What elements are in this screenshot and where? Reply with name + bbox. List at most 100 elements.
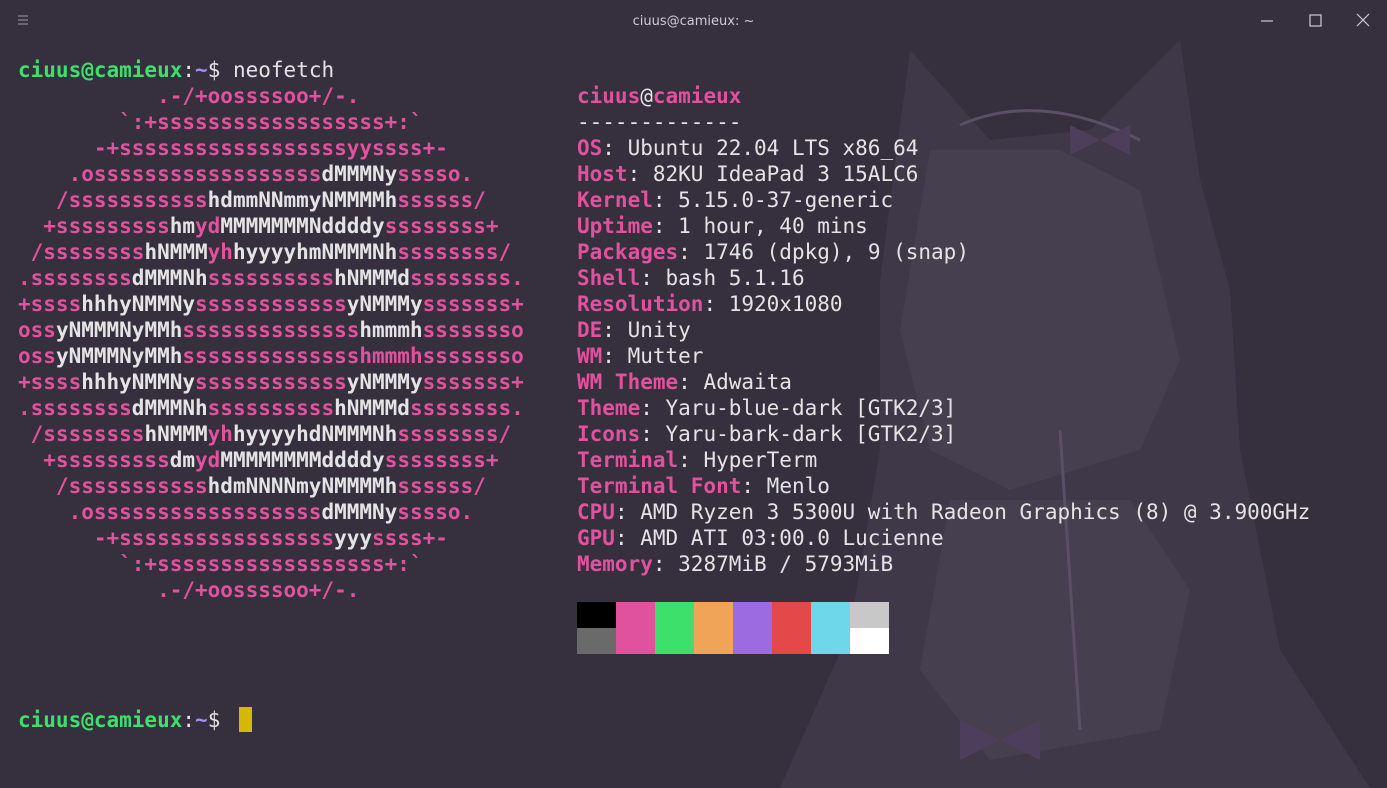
color-swatch-normal-0 [577, 602, 616, 628]
logo-segment: .-/+oossssoo+/-. [18, 578, 360, 602]
info-row: WM: Mutter [577, 343, 703, 369]
logo-segment: /ssssssss [18, 422, 145, 446]
logo-segment: -+sssssssssssssssss [18, 526, 335, 550]
logo-segment: hmmmh [359, 318, 423, 342]
color-swatch-bright-4 [733, 628, 772, 654]
info-key: Resolution [577, 292, 704, 316]
logo-segment: /ssssssss [18, 240, 145, 264]
info-value: bash 5.1.16 [665, 266, 805, 290]
logo-segment: yh [207, 240, 233, 264]
color-swatch-bright-5 [772, 628, 811, 654]
logo-segment: ssssssss. [409, 396, 524, 420]
logo-segment: ssssssss. [409, 266, 524, 290]
info-row: GPU: AMD ATI 03:00.0 Lucienne [577, 525, 944, 551]
logo-segment: .-/+oossssoo+/-. [18, 84, 360, 108]
color-swatch-bright-2 [655, 628, 694, 654]
logo-segment: hNMMMd [334, 396, 410, 420]
info-key-suffix: : [652, 188, 679, 212]
info-value: AMD Ryzen 3 5300U with Radeon Graphics (… [640, 500, 1311, 524]
logo-segment: hyyyyhdNMMMNh [232, 422, 398, 446]
logo-line: +sssshhhyNMMNyssssssssssssyNMMMysssssss+ [18, 291, 524, 317]
info-key-suffix: : [614, 500, 641, 524]
logo-segment: dMMMNh [131, 266, 208, 290]
prompt-line-current: ciuus@camieux:~$ [18, 707, 233, 733]
logo-segment: dm [169, 448, 196, 472]
info-row: Host: 82KU IdeaPad 3 15ALC6 [577, 161, 918, 187]
logo-segment: ssssssss+ [384, 448, 499, 472]
terminal-output[interactable]: ciuus@camieux:~$ neofetch .-/+oossssoo+/… [0, 0, 1310, 732]
info-key: Icons [577, 422, 641, 446]
logo-line: ossyNMMMNyMMhsssssssssssssshmmmhssssssso [18, 317, 524, 343]
info-key-suffix: : [627, 162, 653, 186]
prompt-colon: : [182, 708, 196, 732]
info-row: Kernel: 5.15.0-37-generic [577, 187, 893, 213]
logo-segment: yd [195, 214, 221, 238]
info-key: GPU [577, 526, 615, 550]
logo-segment: ssssssss+ [384, 214, 499, 238]
logo-line: .-/+oossssoo+/-. [18, 577, 359, 603]
logo-segment: /sssssssssss [18, 474, 208, 498]
logo-line: -+sssssssssssssssssyyyssss+- [18, 525, 448, 551]
info-key: Theme [577, 396, 641, 420]
prompt-line-command: ciuus@camieux:~$ neofetch [18, 57, 334, 83]
info-value: 1920x1080 [728, 292, 843, 316]
prompt-colon: : [182, 58, 196, 82]
logo-line: `:+ssssssssssssssssss+:` [18, 109, 422, 135]
logo-segment: ssssssssssssss [182, 318, 360, 342]
logo-line: .ssssssssdMMMNhsssssssssshNMMMdssssssss. [18, 395, 524, 421]
logo-line: +sssssssssdmydMMMMMMMMddddyssssssss+ [18, 447, 498, 473]
info-header: ciuus@camieux [577, 83, 741, 109]
info-row: Memory: 3287MiB / 5793MiB [577, 551, 893, 577]
info-at: @ [640, 84, 653, 108]
logo-segment: .ssssssss [18, 266, 132, 290]
logo-segment: `:+ssssssssssssssssss+:` [18, 552, 423, 576]
info-key-suffix: : [614, 526, 641, 550]
logo-line: /sssssssshNMMMyhhyyyyhdNMMMNhssssssss/ [18, 421, 511, 447]
logo-segment: ssssssso [422, 318, 524, 342]
logo-segment: ssssss/ [397, 188, 486, 212]
terminal-window: ciuus@camieux: ~ ciuus@camieux:~$ neofet… [0, 0, 1387, 788]
logo-segment: ssssssss/ [397, 422, 512, 446]
logo-line: .ssssssssdMMMNhsssssssssshNMMMdssssssss. [18, 265, 524, 291]
prompt-path: ~ [195, 708, 208, 732]
logo-line: /ssssssssssshdmmNNmmyNMMMMhssssss/ [18, 187, 486, 213]
info-key: DE [577, 318, 603, 342]
logo-segment: hhhyNMMNy [81, 370, 196, 394]
color-swatch-bright-1 [616, 628, 655, 654]
logo-segment: yNMMMy [346, 370, 423, 394]
minimize-icon[interactable] [1256, 11, 1278, 31]
info-value: Adwaita [703, 370, 792, 394]
logo-segment: .ossssssssssssssssss [18, 162, 322, 186]
info-key-suffix: : [602, 318, 628, 342]
logo-line: .-/+oossssoo+/-. [18, 83, 359, 109]
info-key-suffix: : [640, 266, 666, 290]
info-key: Shell [577, 266, 641, 290]
info-key-suffix: : [678, 240, 704, 264]
logo-line: .ossssssssssssssssssdMMMNysssso. [18, 161, 474, 187]
logo-segment: ssssss/ [397, 474, 486, 498]
info-row: Packages: 1746 (dpkg), 9 (snap) [577, 239, 969, 265]
info-row: Terminal Font: Menlo [577, 473, 830, 499]
prompt-user-host: ciuus@camieux [18, 58, 183, 82]
info-row: Uptime: 1 hour, 40 mins [577, 213, 868, 239]
info-key: Packages [577, 240, 679, 264]
info-value: HyperTerm [703, 448, 818, 472]
color-swatch-normal-1 [616, 602, 655, 628]
title-bar: ciuus@camieux: ~ [0, 0, 1387, 42]
logo-segment: yNMMMy [346, 292, 423, 316]
info-key-suffix: : [602, 344, 628, 368]
logo-segment: sssssssssssssshmmmhssssssso [182, 344, 524, 368]
info-value: 3287MiB / 5793MiB [678, 552, 894, 576]
maximize-icon[interactable] [1304, 11, 1326, 31]
info-row: CPU: AMD Ryzen 3 5300U with Radeon Graph… [577, 499, 1310, 525]
info-key: WM Theme [577, 370, 679, 394]
logo-line: /sssssssshNMMMyhhyyyyhmNMMMNhssssssss/ [18, 239, 511, 265]
logo-segment: +sssssssss [18, 214, 170, 238]
logo-segment: hyyyyhmNMMMNh [232, 240, 398, 264]
window-title: ciuus@camieux: ~ [632, 13, 755, 29]
logo-line: .ossssssssssssssssssdMMMNysssso. [18, 499, 474, 525]
info-key: Host [577, 162, 628, 186]
info-value: 1 hour, 40 mins [678, 214, 868, 238]
close-icon[interactable] [1352, 11, 1374, 31]
color-swatch-bright-0 [577, 628, 616, 654]
